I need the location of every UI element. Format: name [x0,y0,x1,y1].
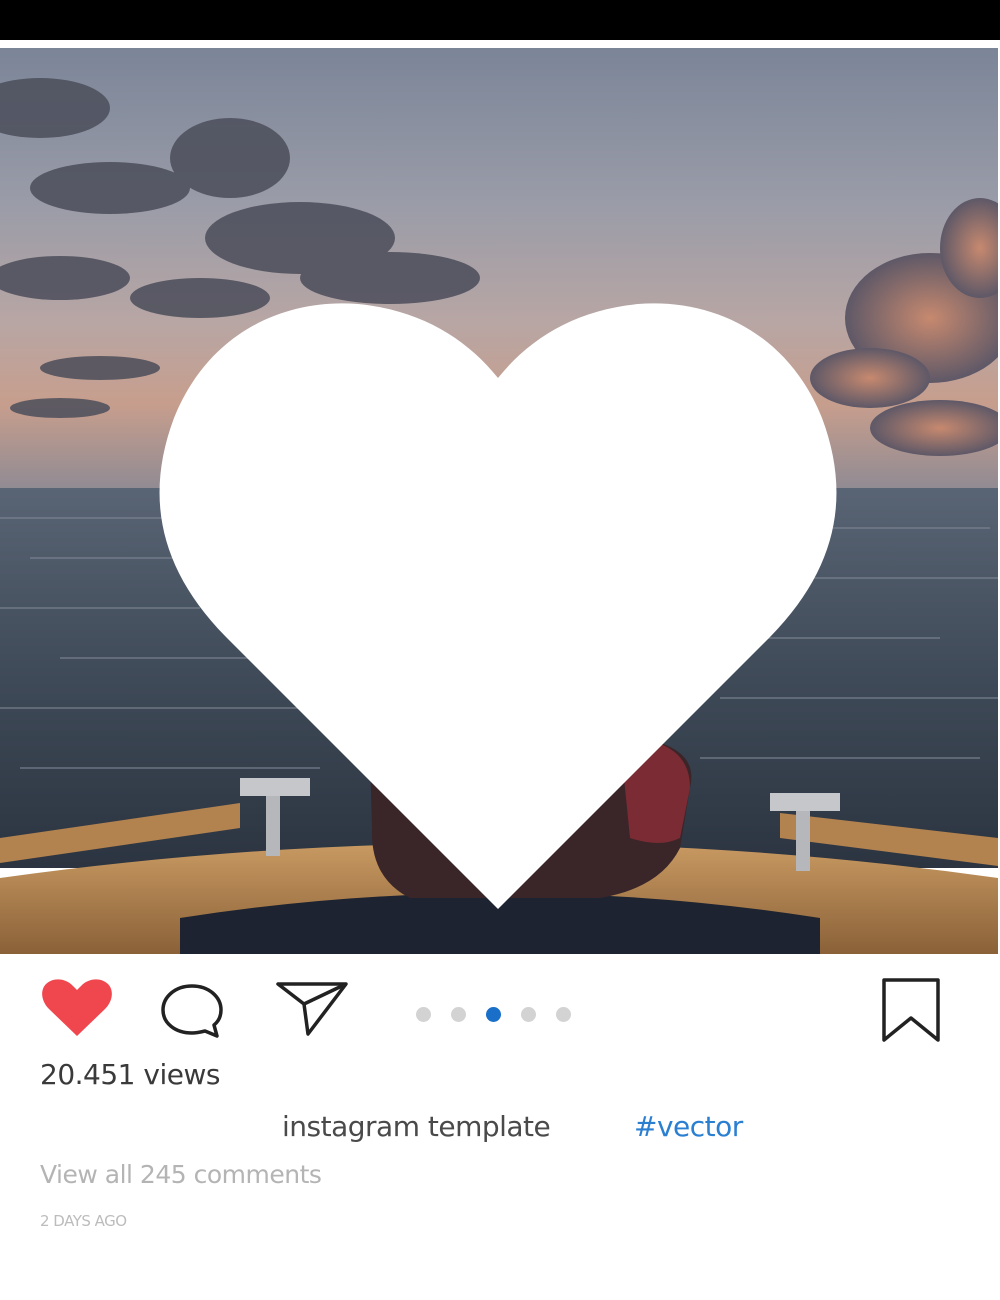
carousel-dot[interactable] [521,1006,536,1022]
carousel-dot[interactable] [416,1006,431,1022]
views-count: 20.451 views [40,1058,220,1091]
caption-text: instagram template [282,1110,551,1143]
share-plane-icon[interactable] [274,978,352,1038]
carousel-indicator [416,1004,571,1024]
post-image[interactable] [0,48,998,954]
post-photo [0,48,998,954]
frame: 20.451 views instagram template #vector … [0,0,1000,1300]
post-card: 20.451 views instagram template #vector … [0,40,1000,1300]
view-comments-link[interactable]: View all 245 comments [40,1160,322,1189]
bookmark-icon[interactable] [878,976,944,1046]
hashtag-link[interactable]: #vector [634,1110,743,1143]
carousel-dot[interactable] [451,1006,466,1022]
like-heart-icon[interactable] [40,978,114,1038]
carousel-dot-active[interactable] [486,1006,501,1022]
post-timestamp: 2 DAYS AGO [40,1212,127,1230]
comment-bubble-icon[interactable] [158,982,228,1040]
carousel-dot[interactable] [556,1006,571,1022]
